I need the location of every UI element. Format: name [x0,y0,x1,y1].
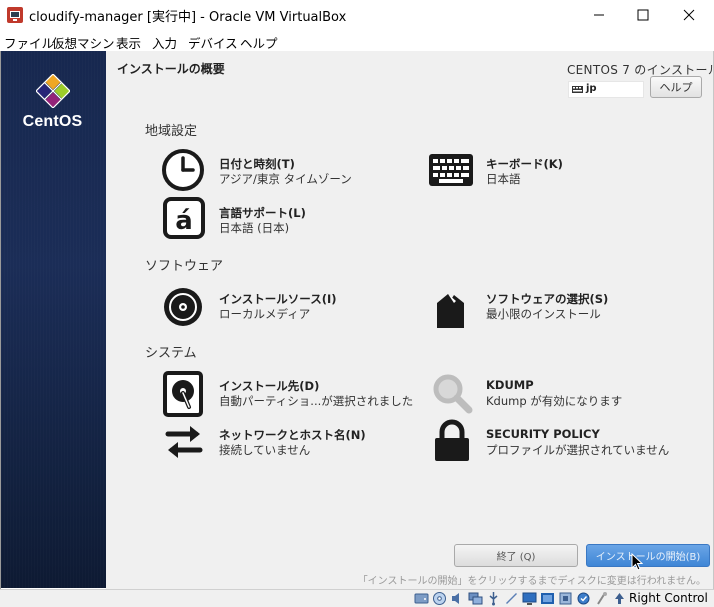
display-status-icon[interactable] [522,591,537,606]
mouse-cursor-icon [631,553,643,571]
title-bar[interactable]: cloudify-manager [実行中] - Oracle VM Virtu… [0,0,714,30]
menu-help[interactable]: ヘルプ [240,33,278,52]
keyboard-icon[interactable] [428,150,474,190]
centos-brand: CentOS [22,113,83,130]
spoke-kdump-status: Kdump が有効になります [486,394,623,408]
spoke-installation-source-status: ローカルメディア [219,307,311,321]
close-icon [683,9,695,21]
spoke-language-support[interactable]: 言語サポート(L) [219,205,306,221]
menu-file[interactable]: ファイル [4,33,54,52]
spoke-software-selection-status: 最小限のインストール [486,307,601,321]
keyboard-layout-value: jp [586,83,597,94]
quit-button[interactable]: 終了 (Q) [454,544,578,567]
shared-folders-status-icon[interactable] [504,591,519,606]
host-key-label: Right Control [629,591,708,605]
package-icon[interactable] [434,289,468,331]
maximize-button[interactable] [620,0,666,30]
vm-status-bar: Right Control [0,589,714,607]
spoke-date-time-status: アジア/東京 タイムゾーン [219,172,352,186]
audio-status-icon[interactable] [450,591,465,606]
spoke-language-support-status: 日本語 (日本) [219,221,290,235]
maximize-icon [637,9,649,21]
installer-sidebar [1,51,106,588]
language-icon[interactable]: á [162,196,206,240]
clock-icon[interactable] [161,148,205,192]
virtualization-status-icon[interactable] [558,591,573,606]
centos-logo-icon [36,74,70,108]
optical-drive-status-icon[interactable] [432,591,447,606]
network-status-icon[interactable] [468,591,483,606]
network-icon[interactable] [162,421,206,463]
spoke-software-selection[interactable]: ソフトウェアの選択(S) [486,291,608,307]
spoke-security-policy[interactable]: SECURITY POLICY [486,427,600,441]
video-capture-status-icon[interactable] [540,591,555,606]
svg-text:á: á [175,206,193,236]
usb-status-icon[interactable] [486,591,501,606]
spoke-kdump[interactable]: KDUMP [486,378,534,392]
spoke-installation-source[interactable]: インストールソース(I) [219,291,337,307]
disc-icon[interactable] [162,286,204,328]
keyboard-small-icon [572,86,583,93]
minimize-icon [594,14,604,16]
menu-view[interactable]: 表示 [116,33,141,52]
magnifier-icon[interactable] [431,372,473,414]
menu-devices[interactable]: デバイス [188,33,238,52]
spoke-security-policy-status: プロファイルが選択されていません [486,443,670,457]
minimize-button[interactable] [576,0,622,30]
cpu-status-icon[interactable] [576,591,591,606]
keyboard-layout-indicator[interactable]: jp [568,81,644,98]
spoke-installation-destination[interactable]: インストール先(D) [219,378,319,394]
virtualbox-app-icon [7,7,23,23]
section-software: ソフトウェア [145,259,224,274]
spoke-network-hostname[interactable]: ネットワークとホスト名(N) [219,427,366,443]
section-localization: 地域設定 [145,124,198,139]
harddisk-status-icon[interactable] [414,591,429,606]
begin-installation-button[interactable]: インストールの開始(B) [586,544,710,567]
host-key-arrow-icon [615,593,624,604]
menu-machine[interactable]: 仮想マシン [52,33,115,52]
footer-notice: 「インストールの開始」をクリックするまでディスクに変更は行われません。 [357,576,706,587]
section-system: システム [145,346,197,361]
spoke-keyboard[interactable]: キーボード(K) [486,156,563,172]
lock-icon[interactable] [433,419,471,463]
spoke-keyboard-status: 日本語 [486,172,521,186]
page-title: インストールの概要 [117,62,225,76]
window-title: cloudify-manager [実行中] - Oracle VM Virtu… [29,10,347,25]
spoke-installation-destination-status: 自動パーティショ...が選択されました [219,394,414,408]
close-button[interactable] [666,0,712,30]
spoke-network-hostname-status: 接続していません [219,443,311,457]
help-button[interactable]: ヘルプ [650,76,702,98]
harddisk-icon[interactable] [163,371,203,417]
menu-input[interactable]: 入力 [152,33,177,52]
mouse-integration-status-icon[interactable] [594,591,609,606]
spoke-date-time[interactable]: 日付と時刻(T) [219,156,295,172]
menu-bar: ファイル 仮想マシン 表示 入力 デバイス ヘルプ [0,31,714,51]
